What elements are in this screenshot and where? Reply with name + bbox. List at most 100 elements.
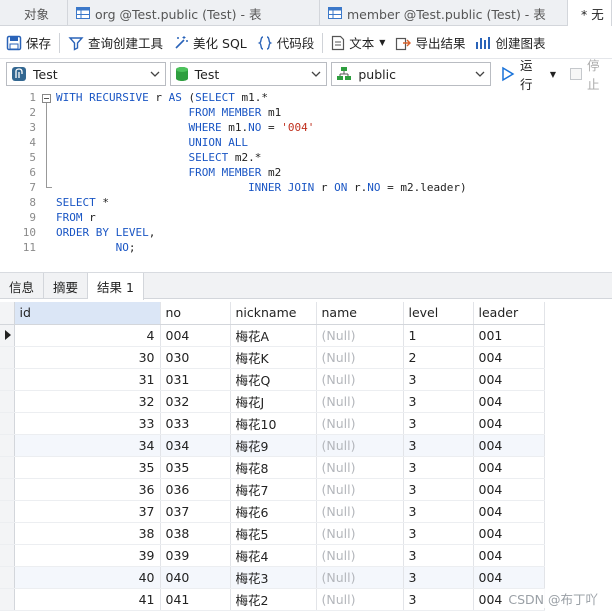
cell-name[interactable]: (Null) (316, 434, 404, 457)
row-header[interactable] (0, 412, 15, 435)
cell-name[interactable]: (Null) (316, 500, 404, 523)
table-row[interactable]: 33 033 梅花10 (Null) 3 004 (0, 412, 545, 435)
cell-name[interactable]: (Null) (316, 566, 404, 589)
cell-id[interactable]: 37 (14, 500, 161, 523)
cell-name[interactable]: (Null) (316, 544, 404, 567)
cell-id[interactable]: 41 (14, 588, 161, 611)
cell-nickname[interactable]: 梅花2 (230, 588, 317, 611)
table-row[interactable]: 30 030 梅花K (Null) 2 004 (0, 346, 545, 369)
row-header[interactable] (0, 478, 15, 501)
cell-nickname[interactable]: 梅花5 (230, 522, 317, 545)
cell-level[interactable]: 3 (403, 544, 474, 567)
cell-leader[interactable]: 004 (473, 390, 545, 413)
cell-leader[interactable]: 004 (473, 500, 545, 523)
connection-select[interactable]: Test (6, 62, 166, 86)
cell-name[interactable]: (Null) (316, 588, 404, 611)
row-header[interactable] (0, 434, 15, 457)
cell-leader[interactable]: 004 (473, 346, 545, 369)
table-row[interactable]: 41 041 梅花2 (Null) 3 004 (0, 588, 545, 611)
database-select[interactable]: Test (169, 62, 328, 86)
cell-id[interactable]: 40 (14, 566, 161, 589)
cell-nickname[interactable]: 梅花4 (230, 544, 317, 567)
run-button[interactable]: 运行 ▼ (501, 55, 556, 93)
cell-id[interactable]: 36 (14, 478, 161, 501)
tab-info[interactable]: 信息 (0, 273, 45, 299)
cell-leader[interactable]: 004 (473, 456, 545, 479)
cell-id[interactable]: 30 (14, 346, 161, 369)
cell-id[interactable]: 4 (14, 324, 161, 347)
schema-select[interactable]: public (331, 62, 492, 86)
cell-id[interactable]: 38 (14, 522, 161, 545)
cell-leader[interactable]: 004 (473, 412, 545, 435)
sql-editor[interactable]: 1 2 3 4 5 6 7 8 9 10 11 WITH RECURSIVE r… (0, 89, 612, 267)
cell-level[interactable]: 3 (403, 456, 474, 479)
cell-level[interactable]: 3 (403, 500, 474, 523)
cell-level[interactable]: 3 (403, 478, 474, 501)
column-header-name[interactable]: name (316, 302, 404, 325)
code-snippet-button[interactable]: 代码段 (257, 33, 314, 52)
fold-toggle-icon[interactable] (42, 94, 51, 103)
cell-no[interactable]: 041 (160, 588, 231, 611)
cell-id[interactable]: 35 (14, 456, 161, 479)
row-header[interactable] (0, 368, 15, 391)
cell-nickname[interactable]: 梅花A (230, 324, 317, 347)
row-header[interactable] (0, 544, 15, 567)
export-result-button[interactable]: 导出结果 (395, 33, 465, 52)
cell-nickname[interactable]: 梅花J (230, 390, 317, 413)
cell-leader[interactable]: 004 (473, 434, 545, 457)
cell-level[interactable]: 2 (403, 346, 474, 369)
query-builder-button[interactable]: 查询创建工具 (68, 33, 163, 52)
cell-level[interactable]: 3 (403, 390, 474, 413)
tab-result-1[interactable]: 结果 1 (88, 273, 144, 300)
cell-nickname[interactable]: 梅花7 (230, 478, 317, 501)
table-row[interactable]: 40 040 梅花3 (Null) 3 004 (0, 566, 545, 589)
cell-leader[interactable]: 004 (473, 522, 545, 545)
cell-no[interactable]: 037 (160, 500, 231, 523)
cell-leader[interactable]: 004 (473, 544, 545, 567)
row-header[interactable] (0, 346, 15, 369)
table-row[interactable]: 34 034 梅花9 (Null) 3 004 (0, 434, 545, 457)
cell-leader[interactable]: 004 (473, 478, 545, 501)
cell-nickname[interactable]: 梅花8 (230, 456, 317, 479)
stop-button[interactable]: 停止 (570, 55, 612, 93)
table-row[interactable]: 4 004 梅花A (Null) 1 001 (0, 324, 545, 347)
cell-level[interactable]: 3 (403, 588, 474, 611)
result-grid[interactable]: id no nickname name level leader 4 004 梅花A… (0, 302, 612, 616)
cell-no[interactable]: 032 (160, 390, 231, 413)
cell-nickname[interactable]: 梅花10 (230, 412, 317, 435)
column-header-level[interactable]: level (403, 302, 474, 325)
cell-name[interactable]: (Null) (316, 478, 404, 501)
cell-no[interactable]: 033 (160, 412, 231, 435)
tab-summary[interactable]: 摘要 (44, 273, 89, 299)
cell-name[interactable]: (Null) (316, 456, 404, 479)
text-button[interactable]: 文本 ▼ (331, 33, 385, 52)
cell-name[interactable]: (Null) (316, 346, 404, 369)
cell-nickname[interactable]: 梅花K (230, 346, 317, 369)
cell-leader[interactable]: 004 (473, 566, 545, 589)
cell-no[interactable]: 038 (160, 522, 231, 545)
cell-name[interactable]: (Null) (316, 522, 404, 545)
cell-leader[interactable]: 001 (473, 324, 545, 347)
cell-name[interactable]: (Null) (316, 368, 404, 391)
tab-member-table[interactable]: member @Test.public (Test) - 表 (320, 0, 568, 26)
cell-no[interactable]: 040 (160, 566, 231, 589)
cell-id[interactable]: 34 (14, 434, 161, 457)
column-header-nickname[interactable]: nickname (230, 302, 317, 325)
table-row[interactable]: 38 038 梅花5 (Null) 3 004 (0, 522, 545, 545)
row-header[interactable] (0, 500, 15, 523)
cell-no[interactable]: 039 (160, 544, 231, 567)
row-header[interactable] (0, 588, 15, 611)
column-header-no[interactable]: no (160, 302, 231, 325)
cell-no[interactable]: 034 (160, 434, 231, 457)
cell-level[interactable]: 3 (403, 412, 474, 435)
row-header[interactable] (0, 566, 15, 589)
cell-level[interactable]: 3 (403, 368, 474, 391)
cell-level[interactable]: 3 (403, 566, 474, 589)
save-button[interactable]: 保存 (6, 33, 51, 52)
cell-level[interactable]: 1 (403, 324, 474, 347)
cell-name[interactable]: (Null) (316, 390, 404, 413)
row-header[interactable] (0, 390, 15, 413)
cell-no[interactable]: 031 (160, 368, 231, 391)
cell-level[interactable]: 3 (403, 434, 474, 457)
column-header-leader[interactable]: leader (473, 302, 545, 325)
